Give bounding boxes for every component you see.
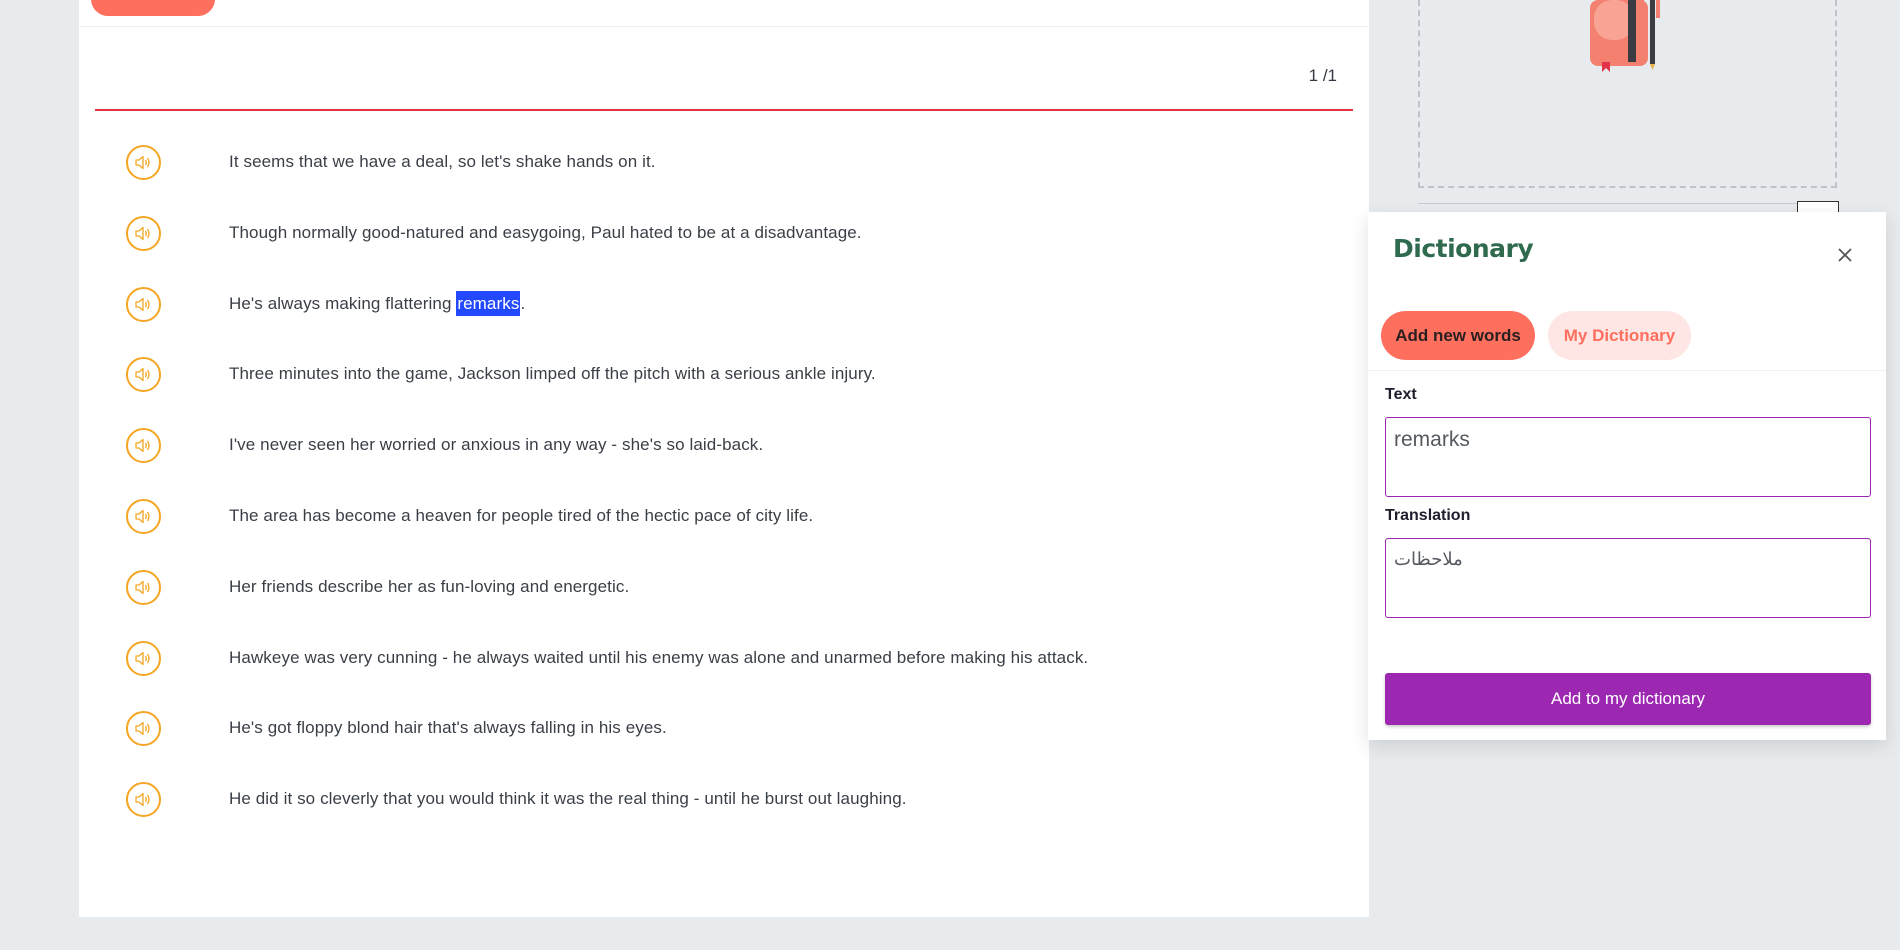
sentence-text-part[interactable]: Hawkeye was very cunning - he always wai…	[229, 648, 1088, 667]
play-audio-button[interactable]	[126, 145, 161, 180]
add-to-dictionary-button[interactable]: Add to my dictionary	[1385, 673, 1871, 725]
sentence-text[interactable]: It seems that we have a deal, so let's s…	[229, 152, 656, 172]
tab-my-dictionary[interactable]: My Dictionary	[1548, 311, 1691, 360]
play-audio-button[interactable]	[126, 357, 161, 393]
sentence-row: He's got floppy blond hair that's always…	[79, 708, 1369, 779]
play-audio-button[interactable]	[126, 711, 161, 747]
sentence-text-part[interactable]: He's always making flattering	[229, 294, 456, 313]
play-audio-button[interactable]	[126, 286, 161, 322]
speaker-icon	[135, 722, 150, 736]
sentence-text-part[interactable]: The area has become a heaven for people …	[229, 506, 813, 525]
speaker-icon	[135, 439, 150, 453]
sentence-row: Though normally good-natured and easygoi…	[79, 213, 1369, 284]
speaker-icon	[135, 793, 150, 807]
lesson-card: 1 /1 It seems that we have a deal, so le…	[79, 0, 1369, 917]
sentence-text-part[interactable]: He's got floppy blond hair that's always…	[229, 718, 667, 737]
sentence-text[interactable]: Though normally good-natured and easygoi…	[229, 223, 862, 243]
sentence-text[interactable]: Her friends describe her as fun-loving a…	[229, 577, 629, 597]
play-audio-button[interactable]	[126, 498, 161, 534]
sentence-text[interactable]: He did it so cleverly that you would thi…	[229, 789, 907, 809]
sentence-text-part[interactable]: Three minutes into the game, Jackson lim…	[229, 364, 876, 383]
speaker-icon	[135, 368, 150, 382]
play-audio-button[interactable]	[126, 215, 161, 251]
sentence-row: It seems that we have a deal, so let's s…	[79, 142, 1369, 213]
translation-label: Translation	[1385, 507, 1471, 524]
divider	[1368, 370, 1886, 371]
sentence-text-part[interactable]: Though normally good-natured and easygoi…	[229, 223, 862, 242]
dictionary-panel: Dictionary Add new words My Dictionary T…	[1368, 212, 1886, 740]
tab-add-new-words[interactable]: Add new words	[1381, 311, 1535, 360]
divider	[79, 26, 1369, 27]
sentence-text[interactable]: The area has become a heaven for people …	[229, 506, 813, 526]
sentence-text[interactable]: I've never seen her worried or anxious i…	[229, 435, 763, 455]
close-icon[interactable]	[1835, 245, 1855, 265]
play-audio-button[interactable]	[126, 569, 161, 605]
sentence-row: Three minutes into the game, Jackson lim…	[79, 354, 1369, 425]
dictionary-title: Dictionary	[1393, 234, 1534, 263]
text-label: Text	[1385, 386, 1417, 403]
sentence-row: He did it so cleverly that you would thi…	[79, 779, 1369, 850]
top-action-button[interactable]	[91, 0, 215, 16]
speaker-icon	[135, 580, 150, 594]
sentence-text-part[interactable]: .	[520, 294, 525, 313]
speaker-icon	[135, 509, 150, 524]
text-field[interactable]: remarks	[1385, 417, 1871, 497]
sentence-text[interactable]: He's got floppy blond hair that's always…	[229, 718, 667, 738]
speaker-icon	[135, 226, 150, 240]
sentence-text[interactable]: He's always making flattering remarks.	[229, 290, 525, 316]
sentence-text[interactable]: Hawkeye was very cunning - he always wai…	[229, 648, 1088, 668]
sentence-row: The area has become a heaven for people …	[79, 496, 1369, 567]
play-audio-button[interactable]	[126, 782, 161, 818]
sentence-text-part[interactable]: It seems that we have a deal, so let's s…	[229, 152, 656, 171]
sentence-list: It seems that we have a deal, so let's s…	[79, 142, 1369, 850]
sentence-text-part[interactable]: I've never seen her worried or anxious i…	[229, 435, 763, 454]
play-audio-button[interactable]	[126, 640, 161, 676]
sentence-text-part[interactable]: He did it so cleverly that you would thi…	[229, 789, 907, 808]
speaker-icon	[135, 297, 150, 311]
book-icon	[1590, 0, 1660, 72]
translation-field[interactable]: ملاحظات	[1385, 538, 1871, 618]
page-counter: 1 /1	[1308, 66, 1337, 85]
sentence-row: He's always making flattering remarks.	[79, 284, 1369, 355]
sentence-row: Hawkeye was very cunning - he always wai…	[79, 638, 1369, 709]
sentence-row: Her friends describe her as fun-loving a…	[79, 567, 1369, 638]
speaker-icon	[135, 651, 150, 665]
sentence-row: I've never seen her worried or anxious i…	[79, 425, 1369, 496]
section-rule	[95, 109, 1353, 111]
sentence-text-part[interactable]: Her friends describe her as fun-loving a…	[229, 577, 629, 596]
image-dropzone	[1418, 0, 1837, 188]
play-audio-button[interactable]	[126, 428, 161, 464]
speaker-icon	[135, 155, 150, 170]
selected-word[interactable]: remarks	[456, 290, 521, 316]
sentence-text[interactable]: Three minutes into the game, Jackson lim…	[229, 364, 876, 384]
